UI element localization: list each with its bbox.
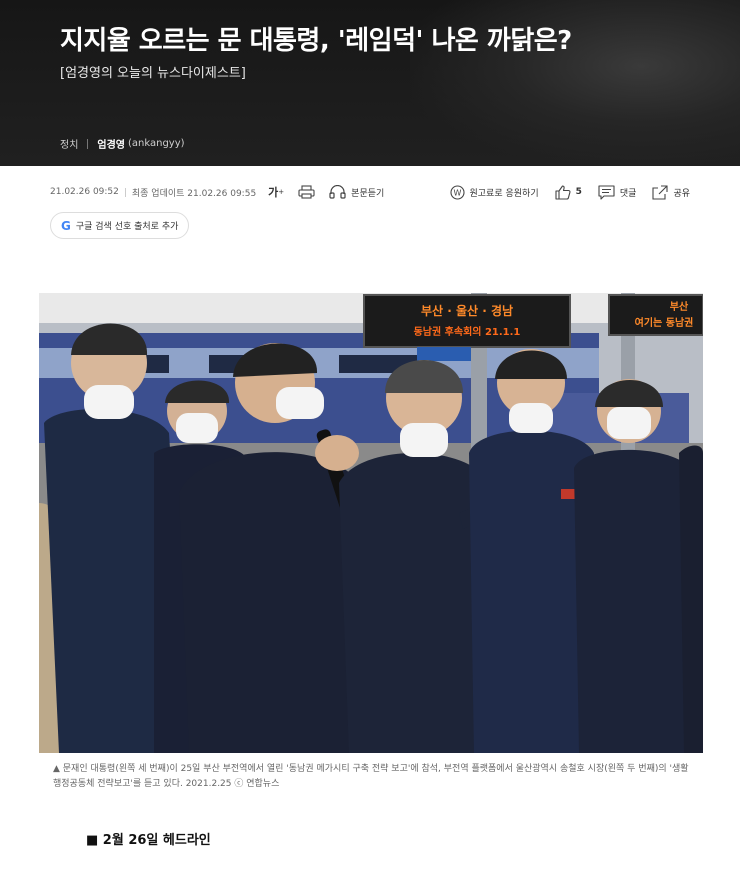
like-count: 5 <box>575 187 582 197</box>
toolbar-divider <box>124 187 126 197</box>
thumbs-up-icon <box>555 184 571 200</box>
google-preferred-source-button[interactable]: G 구글 검색 선호 출처로 추가 <box>50 212 190 239</box>
author-name[interactable]: 엄경영 <box>97 136 125 151</box>
article-hero: 지지율 오르는 문 대통령, '레임덕' 나온 까닭은? [엄경영의 오늘의 뉴… <box>0 0 740 166</box>
section-headline: ■ 2월 26일 헤드라인 <box>86 833 211 848</box>
photo-caption: ▲ 문재인 대통령(왼쪽 세 번째)이 25일 부산 부전역에서 열린 '동남권… <box>53 764 689 789</box>
article-photo[interactable]: 부산 · 울산 · 경남 동남권 후속회의 21.1.1 부산 여기는 동남권 <box>39 293 703 753</box>
led-sign-right-text: 부산 <box>670 300 689 313</box>
comment-icon <box>598 184 615 200</box>
google-button-label: 구글 검색 선호 출처로 추가 <box>75 222 179 232</box>
headphones-icon <box>329 185 346 199</box>
article-meta: 정치 엄경영 (ankangyy) <box>60 136 185 151</box>
like-button[interactable]: 5 <box>555 184 582 200</box>
action-tools: W 원고료로 응원하기 5 댓글 공유 <box>436 184 690 200</box>
published-date: 21.02.26 09:52 <box>50 187 119 197</box>
support-button[interactable]: W 원고료로 응원하기 <box>449 184 539 200</box>
led-sign-text-2: 동남권 후속회의 21.1.1 <box>414 325 521 338</box>
updated-date: 최종 업데이트 21.02.26 09:55 <box>131 188 257 199</box>
photo-illustration: 부산 · 울산 · 경남 동남권 후속회의 21.1.1 부산 여기는 동남권 <box>39 293 703 753</box>
plus-icon: + <box>278 188 285 196</box>
font-size-button[interactable]: 가 + <box>268 184 284 200</box>
print-button[interactable] <box>298 185 315 199</box>
listen-label: 본문듣기 <box>351 188 385 199</box>
listen-button[interactable]: 본문듣기 <box>329 185 384 199</box>
google-logo-icon: G <box>61 218 71 233</box>
led-sign-text: 부산 · 울산 · 경남 <box>421 303 513 318</box>
share-button[interactable]: 공유 <box>652 184 690 200</box>
support-label: 원고료로 응원하기 <box>469 188 539 199</box>
comment-label: 댓글 <box>619 188 637 199</box>
print-icon <box>298 185 315 199</box>
article-subtitle[interactable]: [엄경영의 오늘의 뉴스다이제스트] <box>60 62 246 81</box>
share-icon <box>652 184 668 200</box>
share-label: 공유 <box>673 188 690 199</box>
comment-button[interactable]: 댓글 <box>598 184 637 200</box>
section-link[interactable]: 정치 <box>60 136 78 151</box>
meta-divider <box>87 138 89 149</box>
led-sign-right-text-2: 여기는 동남권 <box>635 316 694 329</box>
article-toolbar: 21.02.26 09:52 최종 업데이트 21.02.26 09:55 가 +… <box>50 182 690 202</box>
won-coin-icon: W <box>449 184 465 200</box>
author-id[interactable]: (ankangyy) <box>128 138 185 149</box>
font-size-label: 가 <box>268 186 279 199</box>
article-title: 지지율 오르는 문 대통령, '레임덕' 나온 까닭은? <box>60 26 572 56</box>
svg-text:W: W <box>453 188 461 197</box>
